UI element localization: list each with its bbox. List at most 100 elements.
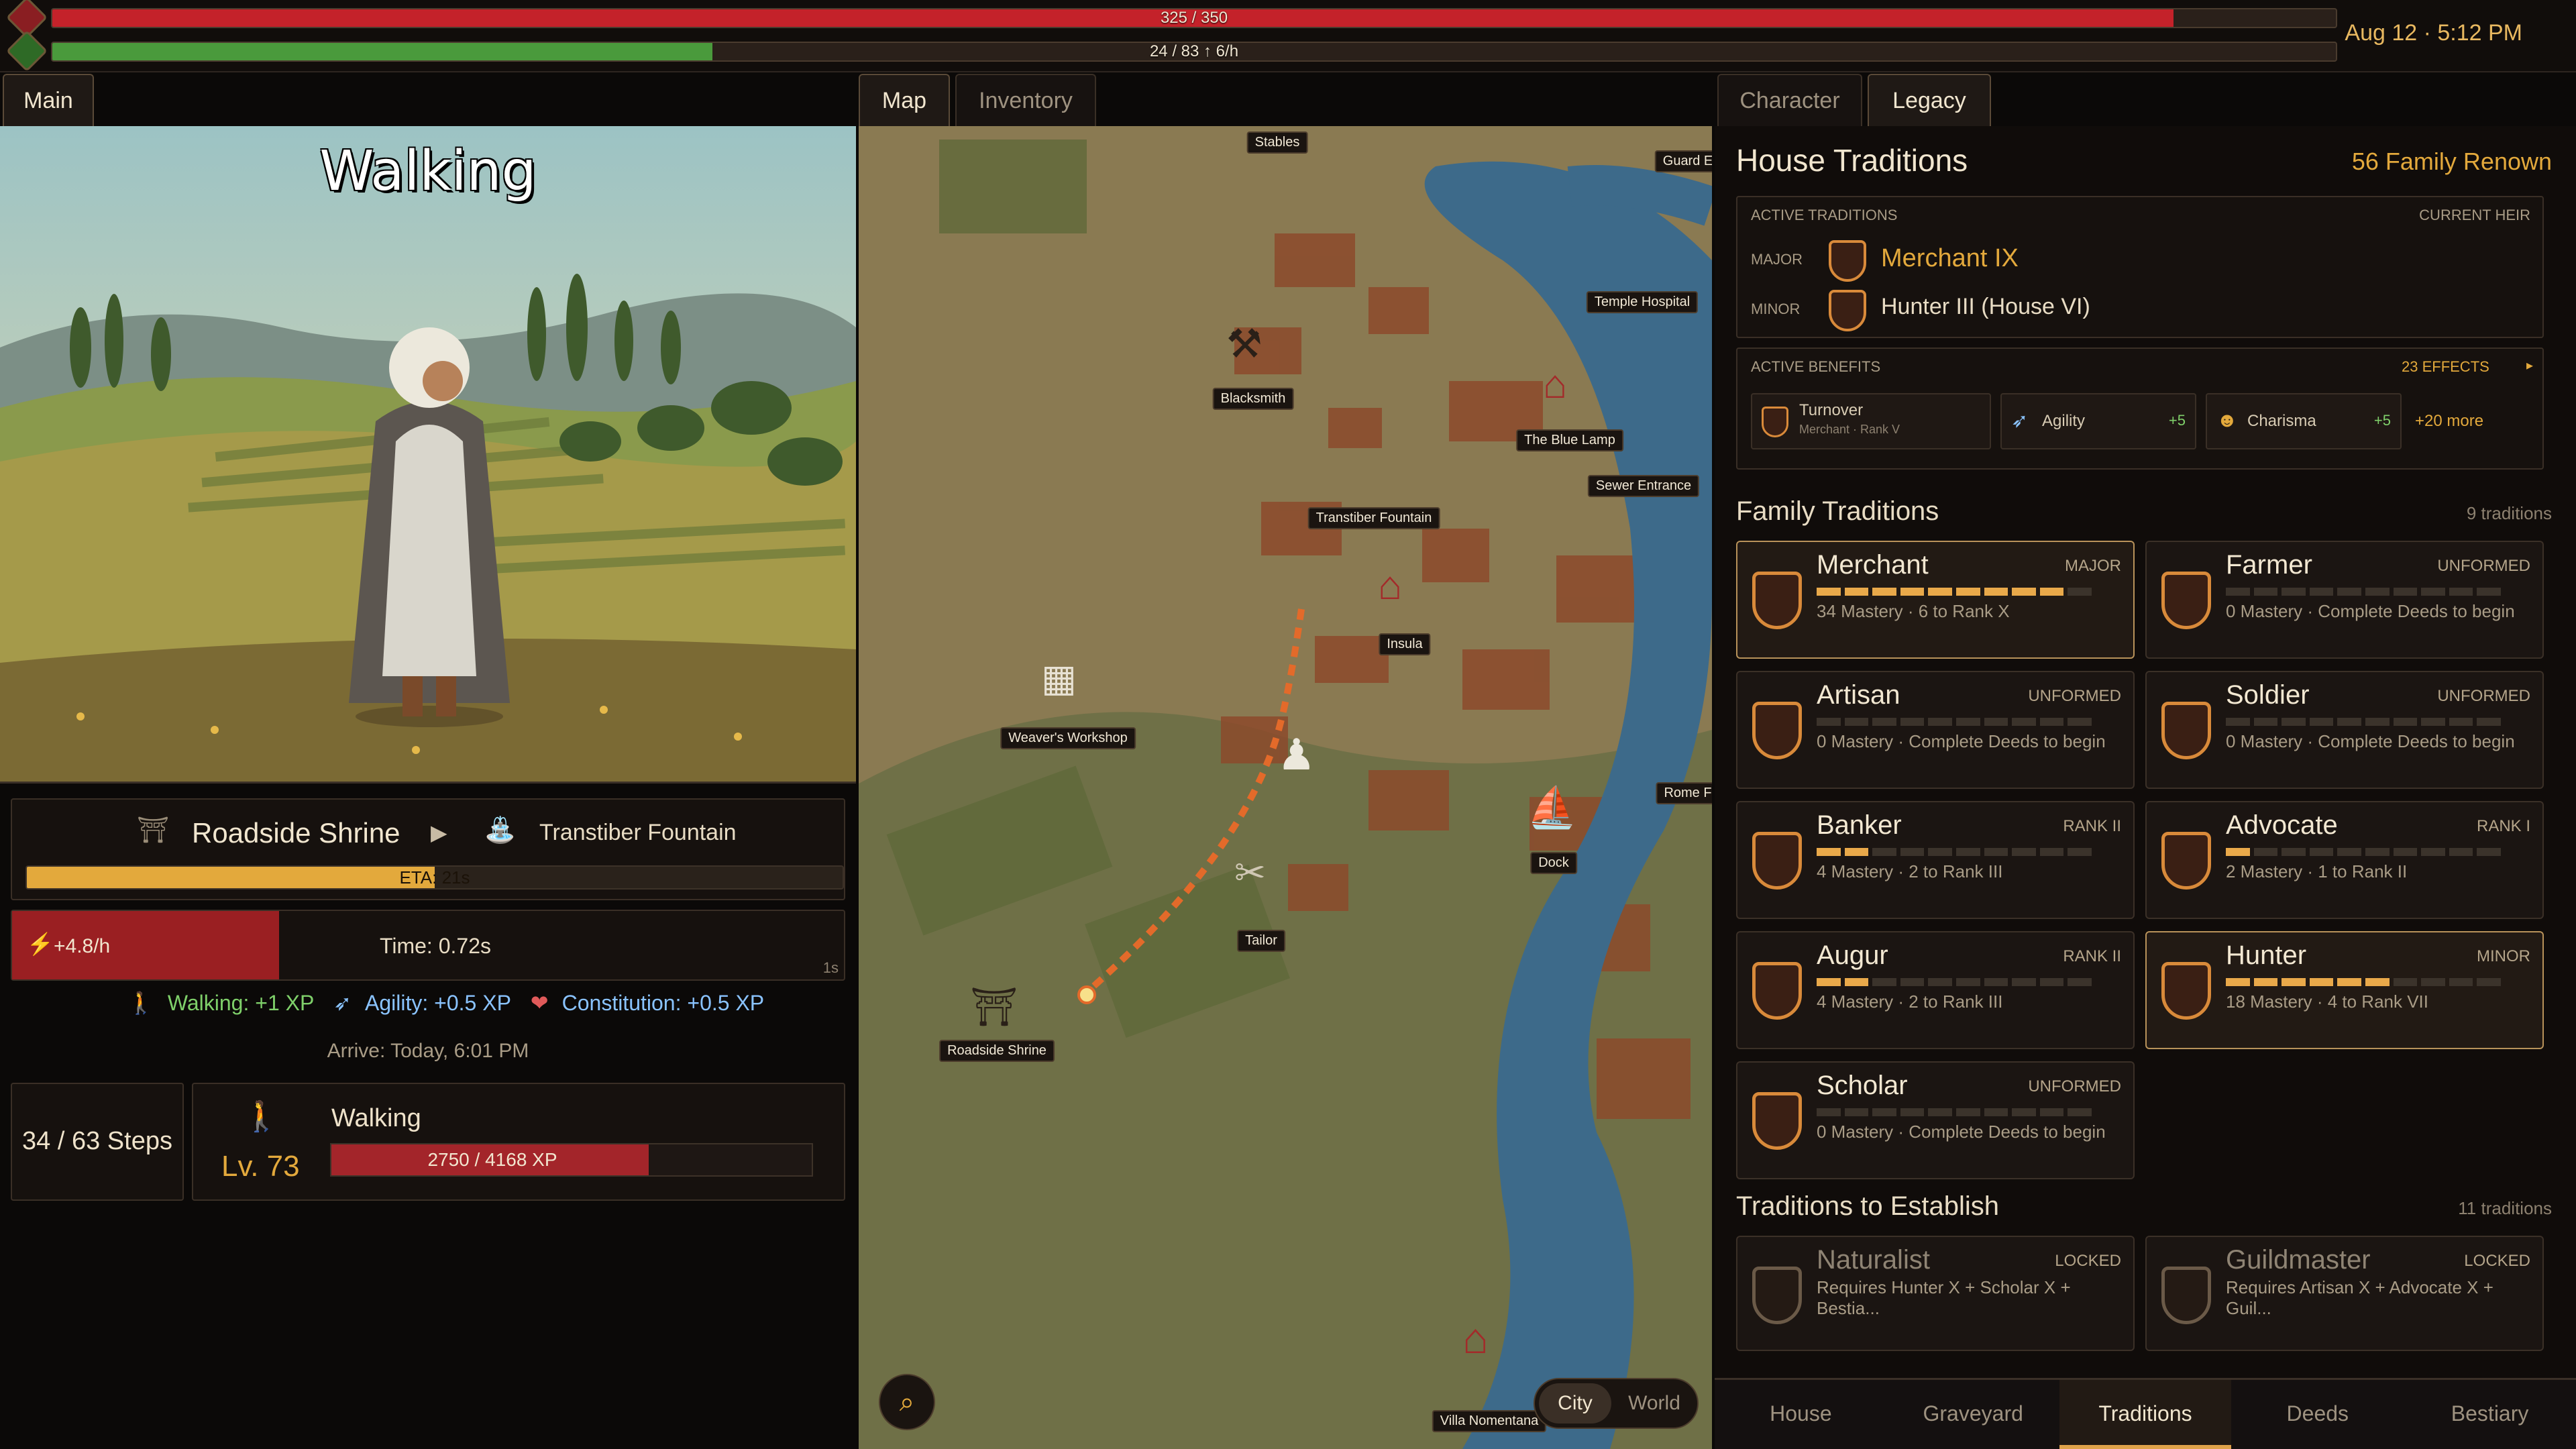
- mastery-segment: [1955, 718, 1980, 726]
- tradition-card-farmer[interactable]: Farmer UNFORMED 0 Mastery · Complete Deeds…: [2145, 541, 2544, 659]
- tab-character[interactable]: Character: [1717, 74, 1862, 127]
- pin-roadside-shrine[interactable]: Roadside Shrine: [939, 1040, 1055, 1062]
- mastery-bar: [2226, 848, 2501, 856]
- mastery-segment: [1844, 978, 1869, 986]
- mastery-segment: [1900, 1108, 1925, 1116]
- mastery-segment: [2039, 978, 2064, 986]
- mastery-segment: [2449, 848, 2473, 856]
- active-benefits-heading: ACTIVE BENEFITS: [1751, 358, 1881, 375]
- pin-guard[interactable]: Guard E: [1654, 150, 1712, 172]
- mastery-segment: [1984, 1108, 2008, 1116]
- pin-weavers-workshop[interactable]: Weaver's Workshop: [1000, 727, 1136, 749]
- status-bar: 325 / 350 24 / 83 ↑ 6/h Aug 12 · 5:12 PM: [0, 0, 2576, 72]
- tradition-tag: LOCKED: [2464, 1252, 2530, 1270]
- pin-dock[interactable]: Dock: [1530, 852, 1577, 874]
- benefit-agility-value: +5: [2168, 412, 2186, 429]
- merchant-benefit-icon: [1762, 407, 1788, 437]
- mastery-segment: [2282, 588, 2306, 596]
- arrival-time: Arrive: Today, 6:01 PM: [327, 1040, 529, 1062]
- active-benefits: ACTIVE BENEFITS 23 EFFECTS ▸ Turnover Me…: [1736, 347, 2544, 470]
- tradition-desc: 0 Mastery · Complete Deeds to begin: [1817, 1122, 2106, 1142]
- city-map[interactable]: Stables Guard E Temple Hospital ⚒ Blacks…: [859, 126, 1712, 1449]
- mastery-segment: [2365, 848, 2390, 856]
- mastery-segment: [2226, 848, 2250, 856]
- tradition-card-hunter[interactable]: Hunter MINOR 18 Mastery · 4 to Rank VII: [2145, 931, 2544, 1049]
- mastery-segment: [2393, 978, 2418, 986]
- tab-map[interactable]: Map: [859, 74, 950, 127]
- mastery-segment: [1955, 588, 1980, 596]
- tradition-card-merchant[interactable]: Merchant MAJOR 34 Mastery · 6 to Rank X: [1736, 541, 2135, 659]
- heart-icon: ❤: [530, 991, 549, 1015]
- mastery-segment: [1817, 1108, 1841, 1116]
- tradition-card-banker[interactable]: Banker RANK II 4 Mastery · 2 to Rank III: [1736, 801, 2135, 919]
- tradition-tag: MINOR: [2477, 947, 2530, 965]
- map-terrain: [859, 126, 1712, 1449]
- nav-deeds[interactable]: Deeds: [2231, 1380, 2404, 1449]
- pin-insula[interactable]: Insula: [1379, 633, 1431, 655]
- mastery-segment: [1955, 1108, 1980, 1116]
- mastery-segment: [1844, 848, 1869, 856]
- tradition-card-advocate[interactable]: Advocate RANK I 2 Mastery · 1 to Rank II: [2145, 801, 2544, 919]
- landscape-illustration: [0, 126, 856, 782]
- tradition-card-artisan[interactable]: Artisan UNFORMED 0 Mastery · Complete Deed…: [1736, 671, 2135, 789]
- tab-inventory[interactable]: Inventory: [955, 74, 1096, 127]
- nav-traditions[interactable]: Traditions: [2059, 1380, 2232, 1449]
- tradition-card-guildmaster[interactable]: Guildmaster LOCKED Requires Artisan X + Ad…: [2145, 1236, 2544, 1351]
- mastery-segment: [2449, 588, 2473, 596]
- benefit-agility[interactable]: ➶ Agility +5: [2000, 393, 2196, 449]
- pin-blacksmith[interactable]: Blacksmith: [1212, 388, 1294, 410]
- pin-stables[interactable]: Stables: [1246, 131, 1308, 154]
- tradition-card-augur[interactable]: Augur RANK II 4 Mastery · 2 to Rank III: [1736, 931, 2135, 1049]
- family-traditions-heading: Family Traditions: [1736, 496, 1939, 526]
- bottom-nav: House Graveyard Traditions Deeds Bestiar…: [1715, 1378, 2576, 1449]
- hunter-shield-icon: [1829, 290, 1866, 331]
- mastery-segment: [1900, 588, 1925, 596]
- pin-villa-nomentana[interactable]: Villa Nomentana: [1432, 1410, 1547, 1432]
- nav-bestiary[interactable]: Bestiary: [2404, 1380, 2576, 1449]
- mastery-segment: [1900, 978, 1925, 986]
- mastery-segment: [2393, 848, 2418, 856]
- benefit-turnover[interactable]: Turnover Merchant · Rank V: [1751, 393, 1991, 449]
- zoom-icon[interactable]: ⌕: [879, 1374, 935, 1430]
- mastery-segment: [2253, 848, 2278, 856]
- family-renown: 56 Family Renown: [2351, 148, 2552, 175]
- tradition-name: Soldier: [2226, 680, 2310, 710]
- tradition-name: Naturalist: [1817, 1245, 1930, 1275]
- tradition-card-scholar[interactable]: Scholar UNFORMED 0 Mastery · Complete Deed…: [1736, 1061, 2135, 1179]
- pin-transtiber-fountain[interactable]: Transtiber Fountain: [1307, 507, 1440, 529]
- mastery-segment: [1928, 978, 1952, 986]
- toggle-city[interactable]: City: [1539, 1383, 1611, 1424]
- effects-count[interactable]: 23 EFFECTS: [2402, 358, 2489, 376]
- mastery-segment: [2012, 718, 2036, 726]
- mastery-segment: [2012, 588, 2036, 596]
- mastery-bar: [1817, 1108, 2092, 1116]
- mastery-segment: [2365, 978, 2390, 986]
- tab-legacy[interactable]: Legacy: [1868, 74, 1991, 127]
- pin-temple-hospital[interactable]: Temple Hospital: [1586, 291, 1699, 313]
- tradition-card-naturalist[interactable]: Naturalist LOCKED Requires Hunter X + Scho…: [1736, 1236, 2135, 1351]
- xp-walking: Walking: +1 XP: [167, 991, 315, 1015]
- nav-graveyard[interactable]: Graveyard: [1887, 1380, 2059, 1449]
- chevron-right-icon[interactable]: ▸: [2526, 357, 2533, 374]
- mastery-segment: [2477, 588, 2501, 596]
- establish-count: 11 traditions: [2458, 1198, 2552, 1218]
- action-time: Time: 0.72s: [380, 934, 491, 958]
- pin-sewer-entrance[interactable]: Sewer Entrance: [1587, 475, 1700, 497]
- pin-blue-lamp[interactable]: The Blue Lamp: [1516, 429, 1623, 451]
- mastery-segment: [1928, 718, 1952, 726]
- tradition-card-soldier[interactable]: Soldier UNFORMED 0 Mastery · Complete Deed…: [2145, 671, 2544, 789]
- benefit-charisma[interactable]: ☻ Charisma +5: [2206, 393, 2402, 449]
- skill-xp-bar: 2750 / 4168 XP: [330, 1143, 813, 1177]
- locked-shield-icon: [1752, 1267, 1802, 1324]
- ship-icon: ⛵: [1527, 785, 1577, 830]
- more-benefits-link[interactable]: +20 more: [2415, 412, 2483, 431]
- insula-icon: ⌂: [1378, 563, 1403, 608]
- nav-house[interactable]: House: [1715, 1380, 1887, 1449]
- pin-tailor[interactable]: Tailor: [1237, 930, 1285, 952]
- pin-rome[interactable]: Rome F: [1656, 782, 1712, 804]
- tab-main[interactable]: Main: [3, 74, 94, 127]
- mastery-segment: [1817, 718, 1841, 726]
- mastery-segment: [1872, 718, 1896, 726]
- toggle-world[interactable]: World: [1618, 1383, 1690, 1424]
- mastery-segment: [2365, 718, 2390, 726]
